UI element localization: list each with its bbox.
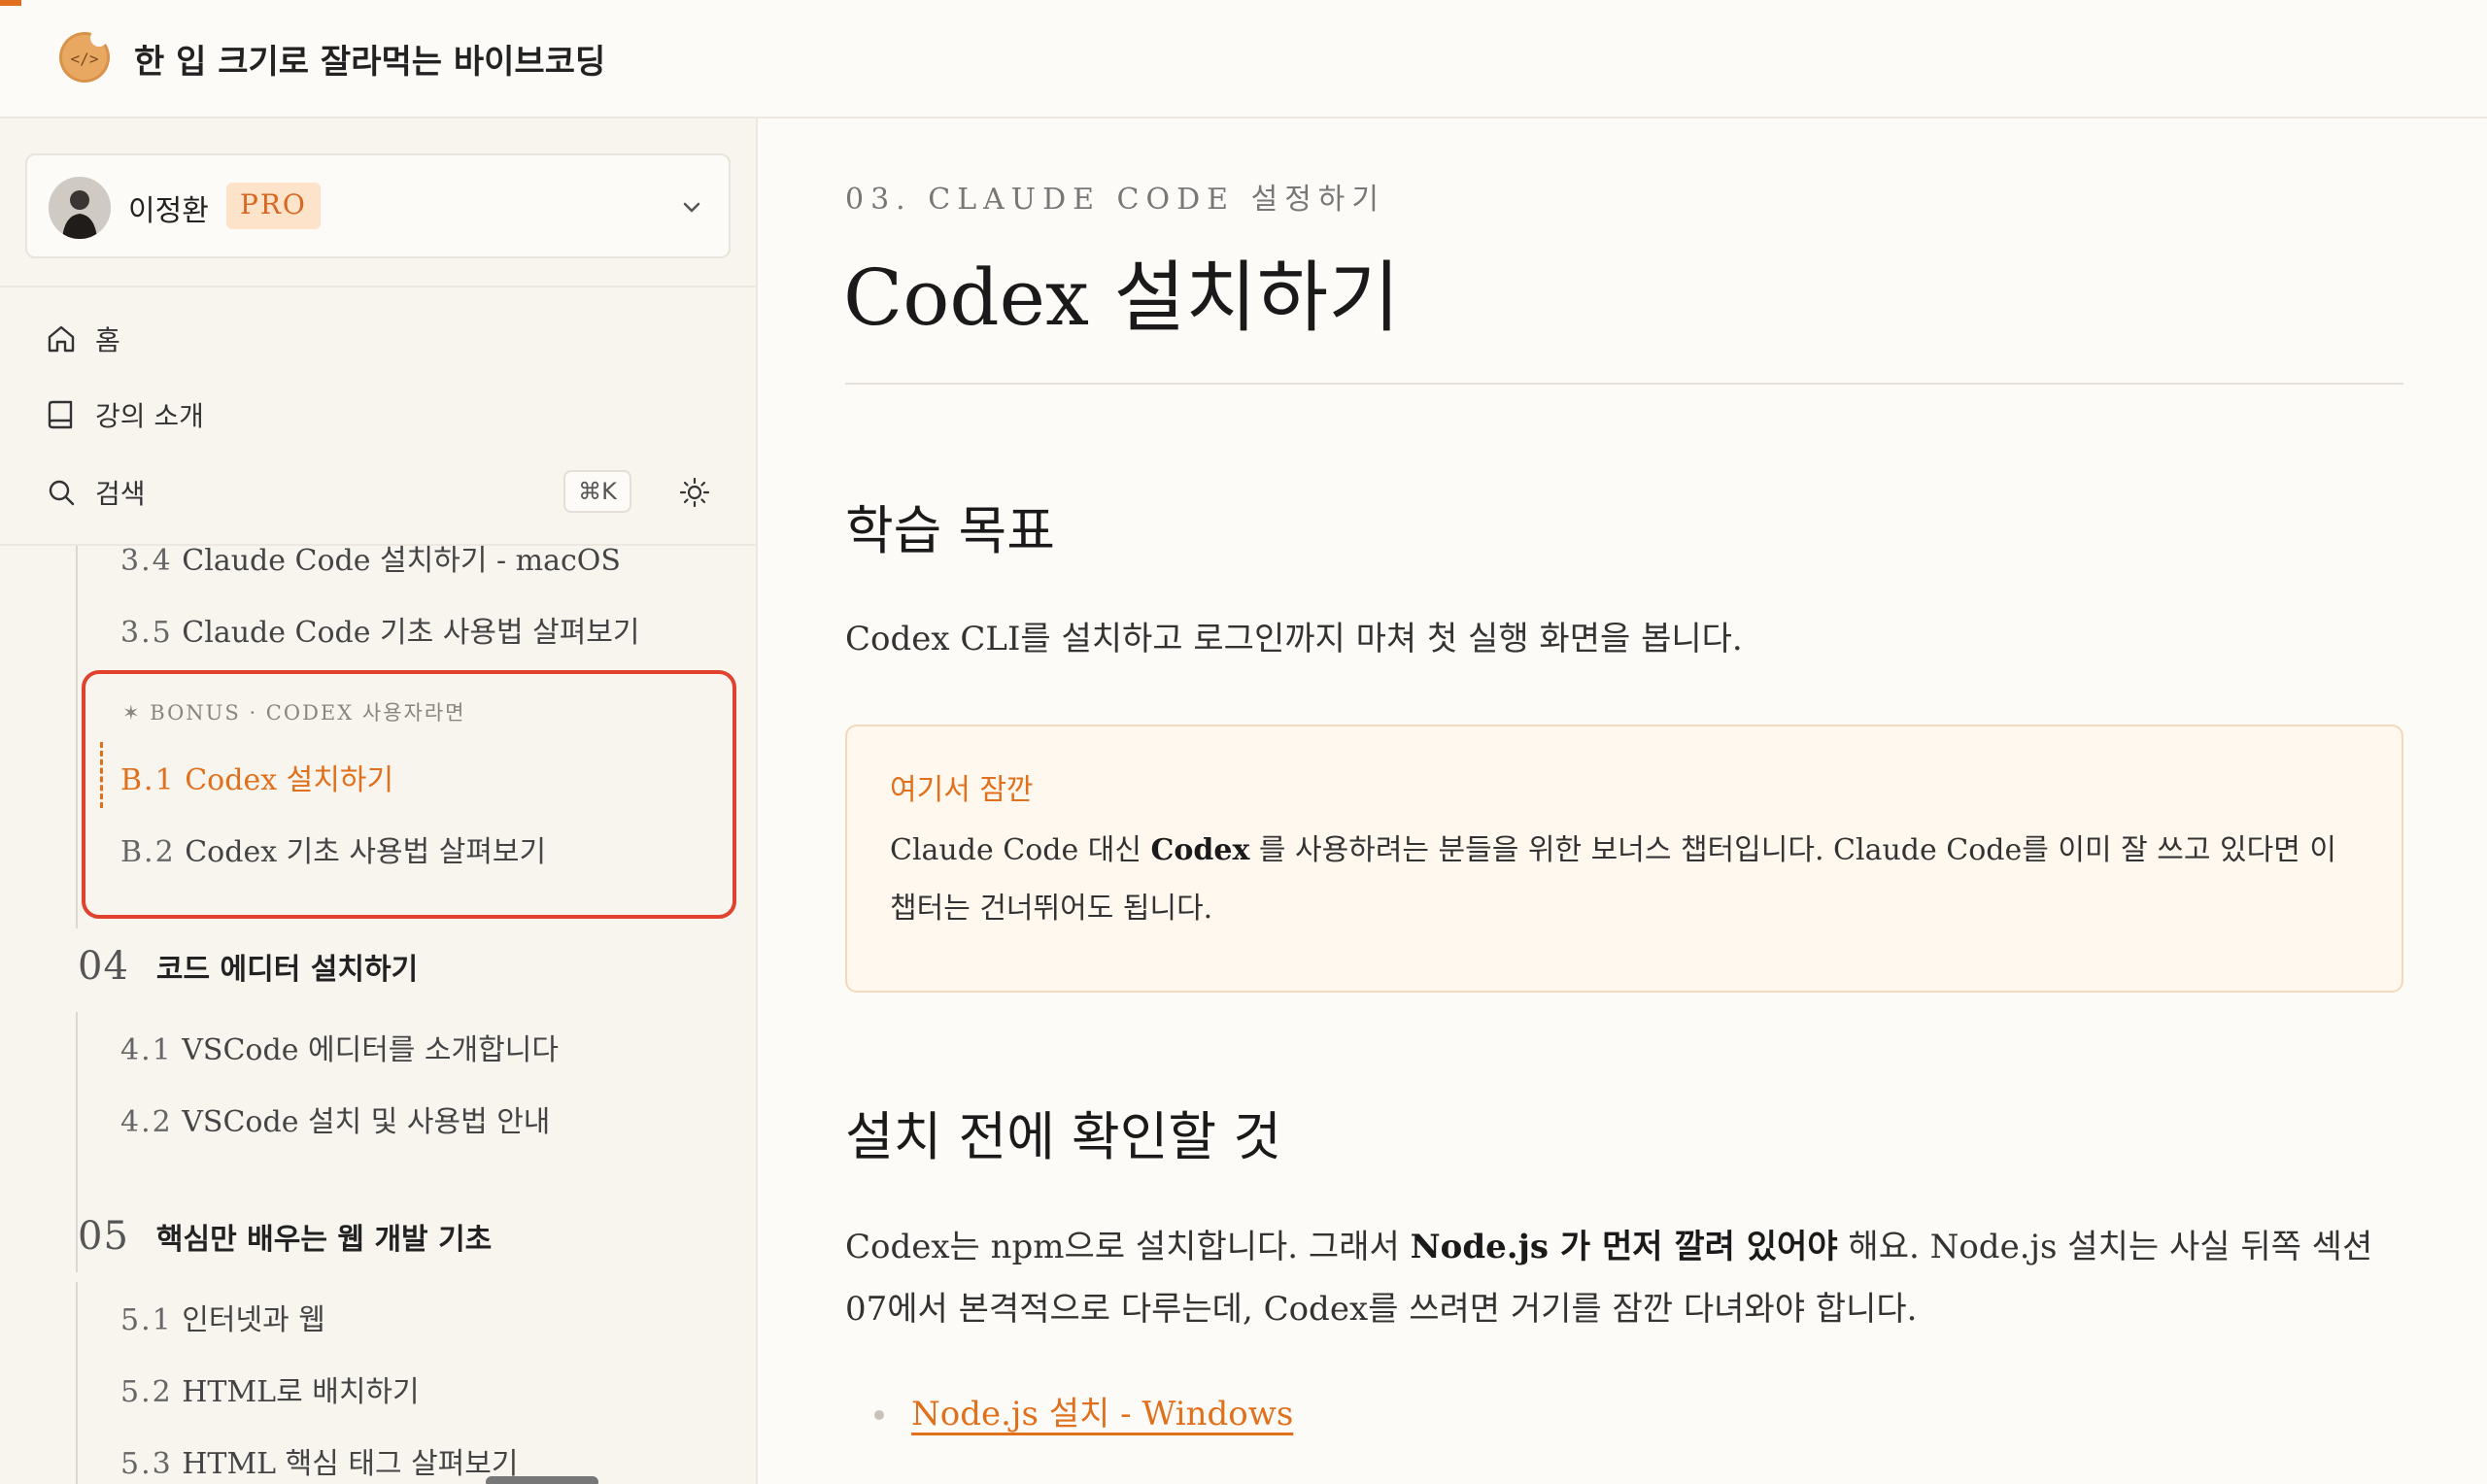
prereq-bold: Node.js 가 먼저 깔려 있어야 [1410,1228,1838,1266]
prereq-heading: 설치 전에 확인할 것 [845,1106,1281,1167]
section-title: 핵심만 배우는 웹 개발 기초 [155,1223,493,1257]
nav-home[interactable]: 홈 [45,315,120,363]
cookie-logo-icon[interactable]: </> [54,25,115,85]
sidebar: 이정환 PRO 홈 강의 소개 검색 ⌘K 3.4 Claude Code 설치… [0,118,758,1484]
goal-text: Codex CLI를 설치하고 로그인까지 마쳐 첫 실행 화면을 봅니다. [845,620,1743,658]
toc-item-number: 5.1 [120,1303,173,1337]
toc-item-label: Claude Code 설치하기 - macOS [182,544,621,578]
toc-item-4-1[interactable]: 4.1 VSCode 에디터를 소개합니다 [120,1026,559,1068]
highlight-annotation [82,670,736,919]
nav-search-label: 검색 [95,478,146,510]
nav-home-label: 홈 [95,324,120,356]
section-number: 05 [78,1214,129,1259]
book-icon [48,400,73,429]
chapter-eyebrow: 03. CLAUDE CODE 설정하기 [845,183,1385,217]
home-icon [48,325,75,353]
callout-text: Claude Code 대신 [890,833,1151,867]
search-shortcut: ⌘K [563,470,631,513]
toc-item-4-2[interactable]: 4.2 VSCode 설치 및 사용법 안내 [120,1097,550,1140]
prereq-text: Codex는 npm으로 설치합니다. 그래서 Node.js 가 먼저 깔려 … [845,1216,2403,1340]
page-title: Codex 설치하기 [843,253,1400,343]
nodejs-windows-link[interactable]: Node.js 설치 - Windows [911,1387,1293,1434]
callout-box: 여기서 잠깐 Claude Code 대신 Codex 를 사용하려는 분들을 … [845,725,2403,993]
sun-icon[interactable] [678,476,711,509]
nav-intro[interactable]: 강의 소개 [45,390,204,439]
toc-section-05[interactable]: 05 핵심만 배우는 웹 개발 기초 [78,1214,492,1259]
top-bar: </> 한 입 크기로 잘라먹는 바이브코딩 [0,0,2487,118]
callout-title: 여기서 잠깐 [890,773,1034,807]
toc-item-5-3[interactable]: 5.3 HTML 핵심 태그 살펴보기 [120,1439,519,1482]
toc-item-number: 5.3 [120,1447,173,1481]
user-name: 이정환 [128,194,209,228]
nav-search[interactable]: 검색 [45,468,146,517]
divider [0,286,756,287]
site-title[interactable]: 한 입 크기로 잘라먹는 바이브코딩 [134,35,605,83]
toc-item-3-5[interactable]: 3.5 Claude Code 기초 사용법 살펴보기 [120,608,640,651]
callout-body: Claude Code 대신 Codex 를 사용하려는 분들을 위한 보너스 … [890,822,2357,938]
svg-text:</>: </> [71,50,99,68]
toc-item-label: HTML 핵심 태그 살펴보기 [182,1447,519,1481]
toc-item-3-4[interactable]: 3.4 Claude Code 설치하기 - macOS [120,536,621,579]
toc-item-label: VSCode 설치 및 사용법 안내 [182,1105,551,1139]
goal-heading: 학습 목표 [845,500,1055,561]
user-menu[interactable]: 이정환 PRO [25,153,731,258]
toc-guide-line [76,546,78,928]
toc-item-5-2[interactable]: 5.2 HTML로 배치하기 [120,1367,420,1410]
toc-item-number: 4.1 [120,1033,173,1067]
list-bullet [874,1410,884,1420]
toc-item-number: 4.2 [120,1105,173,1139]
toc-item-label: HTML로 배치하기 [182,1375,420,1409]
nav-intro-label: 강의 소개 [95,400,204,432]
toc-item-label: 인터넷과 웹 [182,1303,325,1337]
toc-section-04[interactable]: 04 코드 에디터 설치하기 [78,944,418,989]
toc-item-number: 5.2 [120,1375,173,1409]
toc-item-number: 3.4 [120,544,173,578]
toc-item-number: 3.5 [120,616,173,650]
avatar [49,177,111,239]
toc-item-5-1[interactable]: 5.1 인터넷과 웹 [120,1296,325,1338]
search-icon [49,480,75,506]
section-number: 04 [78,944,129,989]
plan-badge: PRO [226,183,321,229]
section-title: 코드 에디터 설치하기 [155,953,419,987]
toc-item-label: VSCode 에디터를 소개합니다 [182,1033,559,1067]
chevron-down-icon[interactable] [676,192,707,223]
prereq-text-part: Codex는 npm으로 설치합니다. 그래서 [845,1228,1411,1266]
scrollbar-thumb[interactable] [486,1476,598,1484]
callout-bold: Codex [1150,833,1250,867]
main-content: 03. CLAUDE CODE 설정하기 Codex 설치하기 학습 목표 Co… [758,118,2487,1484]
toc-guide-line [76,1282,78,1484]
divider [845,383,2403,385]
corner-accent [0,0,21,6]
toc-item-label: Claude Code 기초 사용법 살펴보기 [182,616,640,650]
